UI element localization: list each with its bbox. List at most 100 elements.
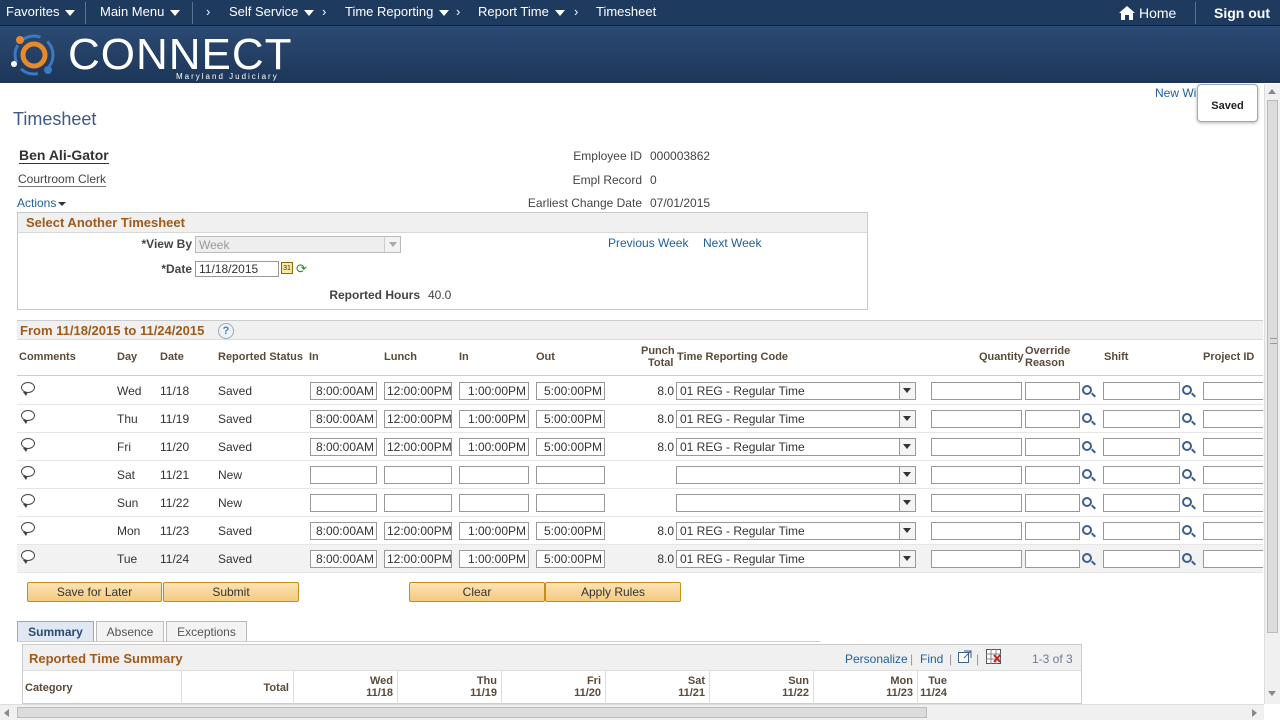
- search-icon[interactable]: [1082, 469, 1092, 479]
- shift-input[interactable]: [1103, 382, 1180, 400]
- lunch-input[interactable]: [384, 494, 452, 512]
- time-out-input[interactable]: 5:00:00PM: [536, 438, 605, 456]
- help-icon[interactable]: ?: [218, 323, 234, 339]
- project-id-input[interactable]: [1203, 438, 1263, 456]
- comment-icon[interactable]: [21, 438, 35, 452]
- lunch-input[interactable]: [384, 466, 452, 484]
- comment-icon[interactable]: [21, 550, 35, 564]
- time-in-2-input[interactable]: 1:00:00PM: [459, 438, 529, 456]
- comment-icon[interactable]: [21, 410, 35, 424]
- time-in-input[interactable]: [310, 494, 377, 512]
- shift-input[interactable]: [1103, 550, 1180, 568]
- breadcrumb-time-reporting[interactable]: Time Reporting: [345, 4, 450, 19]
- comment-icon[interactable]: [21, 494, 35, 508]
- shift-input[interactable]: [1103, 466, 1180, 484]
- time-reporting-code-select[interactable]: [676, 494, 916, 512]
- time-out-input[interactable]: [536, 494, 605, 512]
- calendar-icon[interactable]: 31: [281, 262, 293, 274]
- time-in-2-input[interactable]: 1:00:00PM: [459, 410, 529, 428]
- time-reporting-code-select[interactable]: 01 REG - Regular Time: [676, 438, 916, 456]
- time-in-input[interactable]: 8:00:00AM: [310, 410, 377, 428]
- scroll-left-icon[interactable]: [4, 709, 9, 717]
- comment-icon[interactable]: [21, 466, 35, 480]
- search-icon[interactable]: [1082, 497, 1092, 507]
- shift-input[interactable]: [1103, 410, 1180, 428]
- time-in-input[interactable]: [310, 466, 377, 484]
- override-reason-input[interactable]: [1025, 466, 1080, 484]
- time-out-input[interactable]: 5:00:00PM: [536, 550, 605, 568]
- time-in-input[interactable]: 8:00:00AM: [310, 438, 377, 456]
- project-id-input[interactable]: [1203, 382, 1263, 400]
- search-icon[interactable]: [1182, 413, 1192, 423]
- time-out-input[interactable]: [536, 466, 605, 484]
- override-reason-input[interactable]: [1025, 438, 1080, 456]
- quantity-input[interactable]: [931, 410, 1022, 428]
- lunch-input[interactable]: 12:00:00PM: [384, 382, 452, 400]
- override-reason-input[interactable]: [1025, 550, 1080, 568]
- clear-button[interactable]: Clear: [409, 582, 545, 602]
- personalize-link[interactable]: Personalize: [845, 652, 908, 666]
- quantity-input[interactable]: [931, 550, 1022, 568]
- time-reporting-code-select[interactable]: 01 REG - Regular Time: [676, 382, 916, 400]
- download-grid-icon[interactable]: [986, 649, 1001, 664]
- search-icon[interactable]: [1182, 441, 1192, 451]
- tab-summary[interactable]: Summary: [17, 621, 94, 642]
- previous-week-link[interactable]: Previous Week: [608, 236, 688, 250]
- time-in-2-input[interactable]: 1:00:00PM: [459, 382, 529, 400]
- favorites-menu[interactable]: Favorites: [6, 4, 76, 19]
- time-in-input[interactable]: 8:00:00AM: [310, 550, 377, 568]
- override-reason-input[interactable]: [1025, 522, 1080, 540]
- shift-input[interactable]: [1103, 522, 1180, 540]
- search-icon[interactable]: [1182, 553, 1192, 563]
- new-window-link[interactable]: New Wi: [1155, 86, 1196, 100]
- time-in-input[interactable]: 8:00:00AM: [310, 382, 377, 400]
- tab-absence[interactable]: Absence: [96, 621, 164, 642]
- search-icon[interactable]: [1082, 553, 1092, 563]
- search-icon[interactable]: [1182, 497, 1192, 507]
- search-icon[interactable]: [1082, 413, 1092, 423]
- lunch-input[interactable]: 12:00:00PM: [384, 550, 452, 568]
- quantity-input[interactable]: [931, 438, 1022, 456]
- project-id-input[interactable]: [1203, 410, 1263, 428]
- time-in-input[interactable]: 8:00:00AM: [310, 522, 377, 540]
- breadcrumb-report-time[interactable]: Report Time: [478, 4, 565, 19]
- quantity-input[interactable]: [931, 382, 1022, 400]
- search-icon[interactable]: [1182, 469, 1192, 479]
- tab-exceptions[interactable]: Exceptions: [166, 621, 247, 642]
- lunch-input[interactable]: 12:00:00PM: [384, 410, 452, 428]
- employee-name[interactable]: Ben Ali-Gator: [19, 147, 109, 164]
- quantity-input[interactable]: [931, 494, 1022, 512]
- vertical-scrollbar[interactable]: [1264, 84, 1280, 704]
- search-icon[interactable]: [1082, 525, 1092, 535]
- actions-menu[interactable]: Actions: [17, 196, 67, 210]
- time-in-2-input[interactable]: [459, 466, 529, 484]
- time-reporting-code-select[interactable]: 01 REG - Regular Time: [676, 522, 916, 540]
- time-in-2-input[interactable]: [459, 494, 529, 512]
- time-reporting-code-select[interactable]: 01 REG - Regular Time: [676, 410, 916, 428]
- time-reporting-code-select[interactable]: [676, 466, 916, 484]
- comment-icon[interactable]: [21, 382, 35, 396]
- comment-icon[interactable]: [21, 522, 35, 536]
- view-all-icon[interactable]: [958, 650, 972, 663]
- horizontal-scroll-thumb[interactable]: [17, 707, 927, 718]
- project-id-input[interactable]: [1203, 522, 1263, 540]
- scroll-right-icon[interactable]: [1252, 709, 1257, 717]
- time-in-2-input[interactable]: 1:00:00PM: [459, 550, 529, 568]
- vertical-scroll-thumb[interactable]: [1267, 100, 1278, 633]
- quantity-input[interactable]: [931, 522, 1022, 540]
- time-in-2-input[interactable]: 1:00:00PM: [459, 522, 529, 540]
- search-icon[interactable]: [1082, 385, 1092, 395]
- scroll-up-icon[interactable]: [1268, 89, 1276, 94]
- apply-rules-button[interactable]: Apply Rules: [545, 582, 681, 602]
- time-out-input[interactable]: 5:00:00PM: [536, 410, 605, 428]
- shift-input[interactable]: [1103, 438, 1180, 456]
- horizontal-scrollbar[interactable]: [0, 704, 1264, 720]
- view-by-select[interactable]: Week: [195, 236, 401, 253]
- search-icon[interactable]: [1182, 525, 1192, 535]
- override-reason-input[interactable]: [1025, 410, 1080, 428]
- time-out-input[interactable]: 5:00:00PM: [536, 382, 605, 400]
- search-icon[interactable]: [1182, 385, 1192, 395]
- next-week-link[interactable]: Next Week: [703, 236, 761, 250]
- submit-button[interactable]: Submit: [163, 582, 299, 602]
- project-id-input[interactable]: [1203, 494, 1263, 512]
